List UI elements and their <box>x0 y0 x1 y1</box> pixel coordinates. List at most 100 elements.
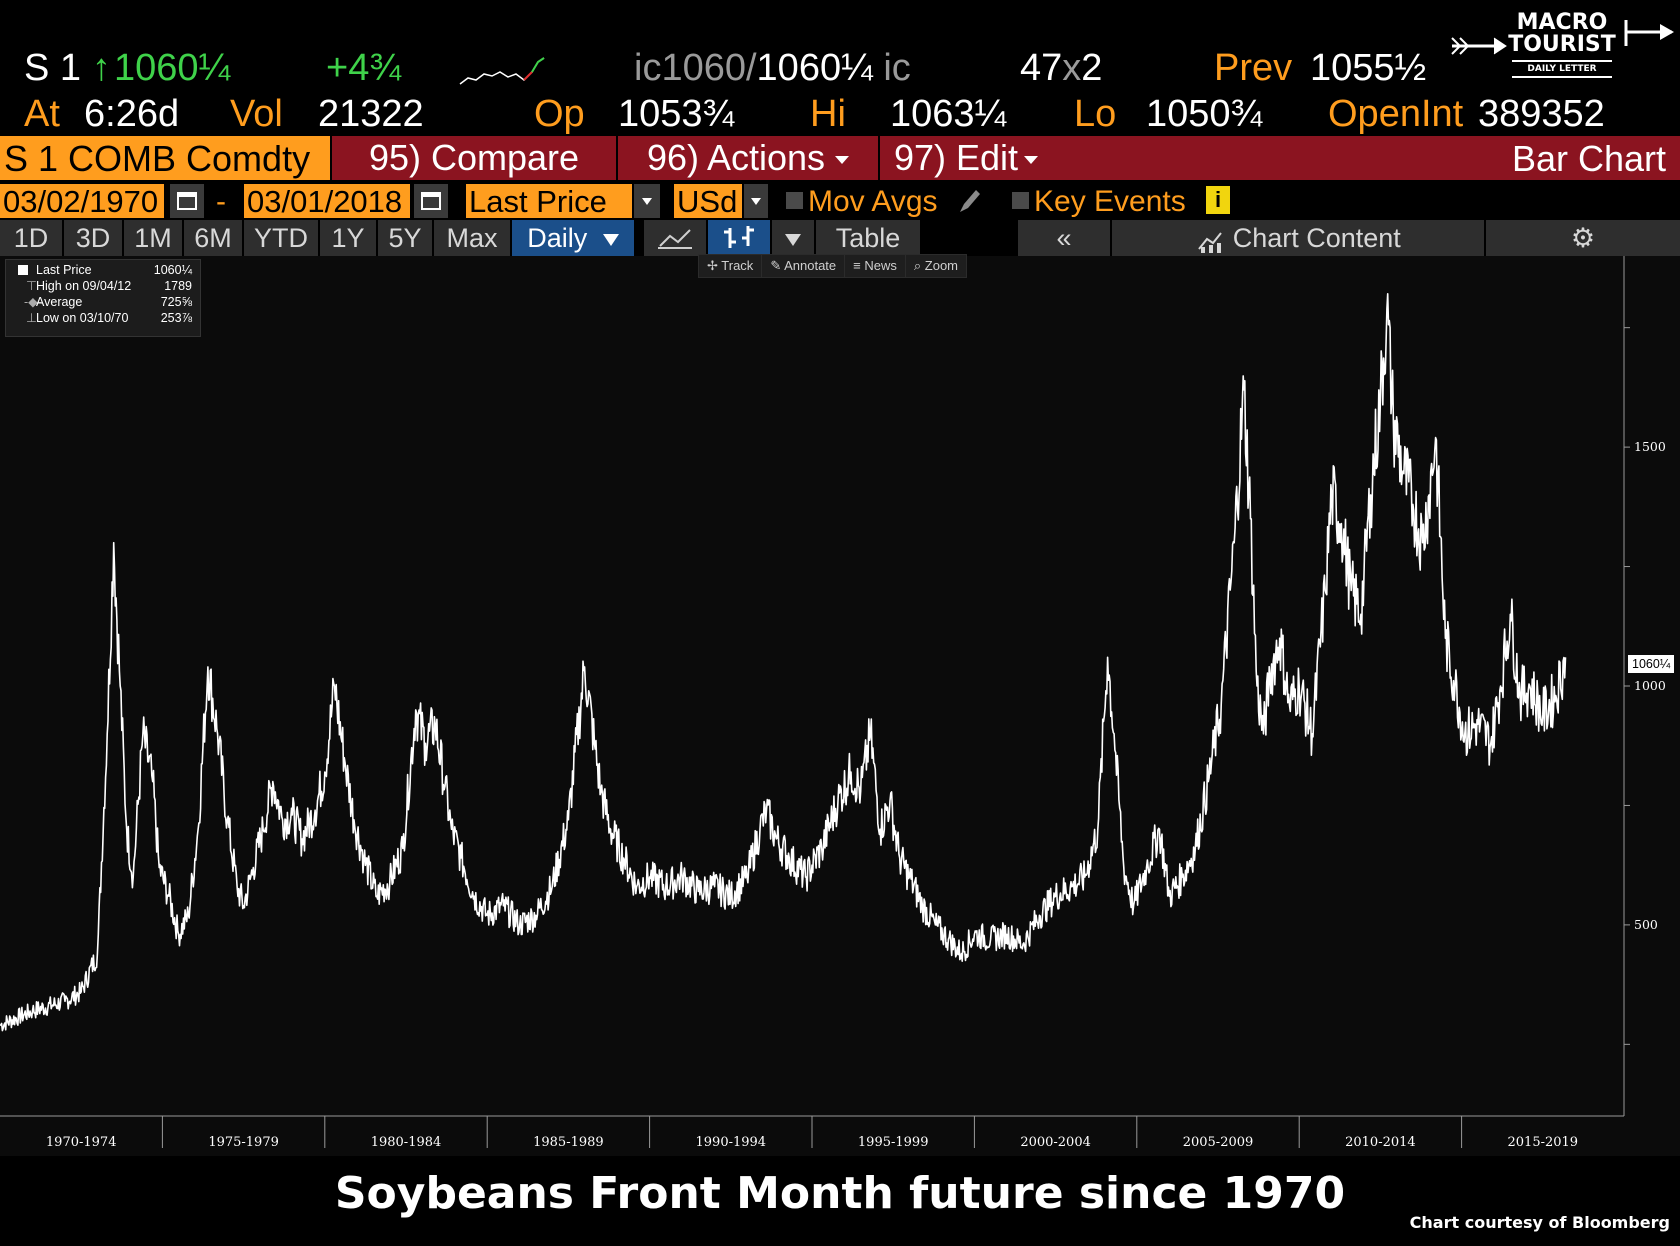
y-tick-label: 1500 <box>1634 439 1666 454</box>
mov-avgs-checkbox[interactable] <box>786 192 803 209</box>
y-tick-label: 1000 <box>1634 678 1666 693</box>
edit-label: 97) Edit <box>893 137 1019 178</box>
sparkline-icon <box>459 57 545 85</box>
chart-content-label: Chart Content <box>1232 223 1401 253</box>
calendar-icon[interactable] <box>170 184 204 218</box>
bid-quote: ic1060/1060¼ ic <box>634 46 911 90</box>
plot-background <box>0 256 1680 1156</box>
period-3d[interactable]: 3D <box>62 220 122 256</box>
bid-ask-size: 47x2 <box>1020 46 1102 90</box>
end-date-field[interactable]: 03/01/2018 <box>244 184 410 219</box>
price-chart[interactable]: 1970-1974 1975-1979 1980-1984 1985-1989 1990… <box>0 256 1680 1156</box>
calendar-icon[interactable] <box>414 184 448 218</box>
high-value: 1063¼ <box>890 93 1007 135</box>
chart-type-title: Bar Chart <box>1511 138 1666 179</box>
vol-value: 21322 <box>318 93 424 135</box>
up-arrow-icon: ↑ <box>92 47 111 89</box>
gear-icon[interactable]: ⚙ <box>1486 220 1680 256</box>
chart-legend: Last Price 1060¼ ⊤ High on 09/04/12 1789… <box>5 259 201 337</box>
news-tool[interactable]: ≡ News <box>845 255 906 277</box>
ask-suffix: ic <box>883 47 911 89</box>
x-tick-label: 1985-1989 <box>533 1135 604 1150</box>
period-ytd[interactable]: YTD <box>242 220 318 256</box>
edit-menu[interactable]: 97) Edit <box>878 136 1052 180</box>
chevron-down-icon <box>1024 156 1039 165</box>
chevron-down-icon <box>602 233 619 246</box>
prev-label: Prev <box>1214 47 1293 89</box>
y-tick-label: 500 <box>1634 917 1658 932</box>
legend-high-label: High on 09/04/12 <box>36 279 132 293</box>
at-label: At <box>24 93 60 135</box>
period-5y[interactable]: 5Y <box>376 220 432 256</box>
field-select[interactable]: Last Price <box>466 184 632 219</box>
chevron-down-icon <box>785 233 801 246</box>
x-tick-label: 1980-1984 <box>371 1135 442 1150</box>
period-1y[interactable]: 1Y <box>318 220 376 256</box>
x-tick-label: 2005-2009 <box>1183 1135 1254 1150</box>
period-max[interactable]: Max <box>432 220 510 256</box>
legend-average-value: 725⅝ <box>160 295 192 309</box>
legend-low-value: 253⅞ <box>160 311 192 325</box>
legend-high-value: 1789 <box>164 279 192 293</box>
chart-title: Soybeans Front Month future since 1970 <box>334 1168 1346 1219</box>
bar-chart-icon[interactable] <box>708 220 770 256</box>
track-tool[interactable]: ✢ Track <box>699 255 763 277</box>
logo-line3: DAILY LETTER <box>1512 60 1612 78</box>
actions-label: 96) Actions <box>646 137 826 178</box>
low-label: Lo <box>1074 93 1117 135</box>
legend-average-label: Average <box>36 295 83 309</box>
open-value: 1053¾ <box>618 93 735 135</box>
compare-label: 95) Compare <box>368 137 580 178</box>
chart-tool-strip: ✢ Track ✎ Annotate ≡ News ⌕ Zoom <box>698 254 968 278</box>
chevron-down-icon <box>835 156 850 165</box>
collapse-icon[interactable]: « <box>1018 220 1110 256</box>
table-button[interactable]: Table <box>816 220 920 256</box>
prev-value: 1055½ <box>1310 47 1427 89</box>
key-events-checkbox[interactable] <box>1012 192 1029 209</box>
period-6m[interactable]: 6M <box>182 220 242 256</box>
legend-last-price-value: 1060¼ <box>153 263 192 277</box>
frequency-label: Daily <box>527 223 588 253</box>
vol-label: Vol <box>230 93 283 135</box>
logo-line2: TOURIST <box>1508 32 1616 57</box>
start-date-field[interactable]: 03/02/1970 <box>0 184 164 219</box>
macro-tourist-logo: MACRO TOURIST DAILY LETTER <box>1450 10 1676 90</box>
period-1d[interactable]: 1D <box>0 220 62 256</box>
mov-avgs-label: Mov Avgs <box>808 185 938 218</box>
currency-dropdown-button[interactable] <box>744 184 768 218</box>
openint-label: OpenInt <box>1328 93 1464 135</box>
line-chart-icon[interactable] <box>644 220 706 256</box>
bid-prefix: ic1060 <box>634 47 746 89</box>
pencil-icon[interactable] <box>954 184 984 218</box>
logo-line1: MACRO <box>1516 10 1608 35</box>
net-change: +4¾ <box>326 47 402 89</box>
field-dropdown-button[interactable] <box>634 184 660 218</box>
at-value: 6:26d <box>84 93 180 135</box>
annotate-tool[interactable]: ✎ Annotate <box>762 255 846 277</box>
bid-ask-separator: / <box>745 47 757 89</box>
legend-low-label: Low on 03/10/70 <box>36 311 129 325</box>
key-events-label: Key Events <box>1034 185 1186 218</box>
last-price-tag: 1060¼ <box>1628 655 1675 673</box>
actions-menu[interactable]: 96) Actions <box>616 136 878 180</box>
x-tick-label: 1975-1979 <box>208 1135 279 1150</box>
size-separator: x <box>1062 47 1082 89</box>
period-1m[interactable]: 1M <box>122 220 182 256</box>
chart-content-button[interactable]: Chart Content <box>1112 220 1484 256</box>
currency-select[interactable]: USd <box>674 184 742 219</box>
zoom-tool[interactable]: ⌕ Zoom <box>906 255 966 277</box>
openint-value: 389352 <box>1478 93 1605 135</box>
compare-button[interactable]: 95) Compare <box>330 136 616 180</box>
series-swatch <box>18 265 28 275</box>
x-tick-label: 1970-1974 <box>46 1135 117 1150</box>
x-tick-label: 1990-1994 <box>696 1135 767 1150</box>
chart-style-dropdown[interactable] <box>772 220 814 256</box>
frequency-dropdown[interactable]: Daily <box>510 220 634 256</box>
high-label: Hi <box>810 93 846 135</box>
x-tick-label: 2010-2014 <box>1345 1135 1416 1150</box>
info-icon[interactable]: i <box>1206 186 1230 214</box>
x-tick-label: 2000-2004 <box>1020 1135 1091 1150</box>
security-field[interactable]: S 1 COMB Comdty <box>0 136 330 180</box>
bid-size: 47 <box>1020 47 1063 89</box>
low-value: 1050¾ <box>1146 93 1263 135</box>
